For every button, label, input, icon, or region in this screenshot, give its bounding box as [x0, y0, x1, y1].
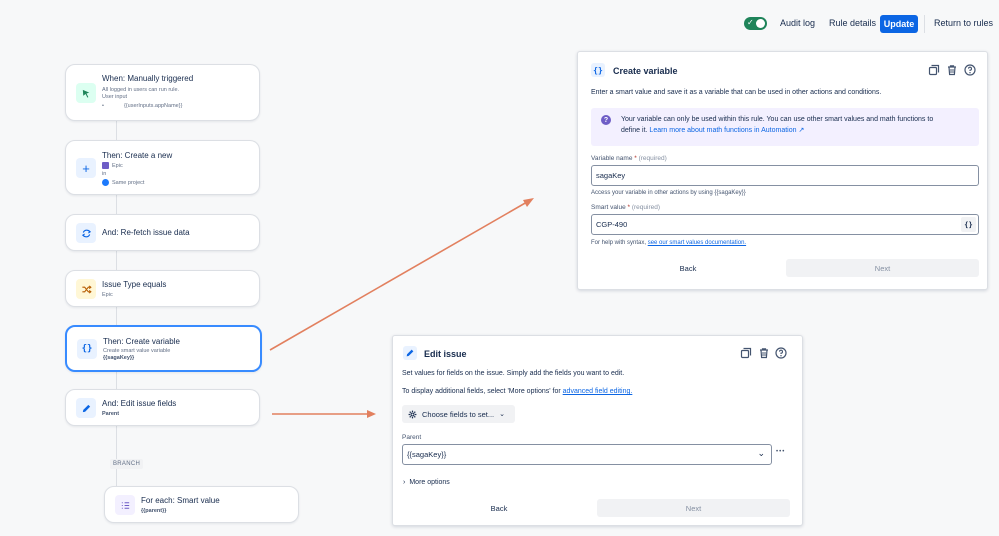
math-functions-link[interactable]: Learn more about math functions in Autom… [649, 127, 804, 134]
parent-value: {{sagaKey}} [407, 450, 447, 459]
info-line2: define it. [621, 127, 648, 134]
smart-value-label: Smart value * (required) [591, 204, 661, 211]
edit-issue-panel: Edit issue Set values for fields on the … [392, 335, 803, 526]
more-options-row[interactable]: › More options [403, 479, 450, 486]
question-icon: ? [601, 115, 611, 125]
pencil-icon [403, 346, 417, 360]
next-button[interactable]: Next [597, 499, 790, 517]
create-variable-panel: {} Create variable Enter a smart value a… [577, 51, 988, 290]
panel-description: Enter a smart value and save it as a var… [591, 89, 882, 96]
more-actions-button[interactable]: ••• [776, 449, 785, 455]
help-icon[interactable] [775, 347, 787, 359]
parent-select[interactable]: {{sagaKey}} ⌄ [402, 444, 772, 465]
help-icon[interactable] [964, 64, 976, 76]
variable-name-label: Variable name * (required) [591, 155, 667, 162]
gear-icon [408, 410, 417, 418]
parent-label: Parent [402, 434, 422, 441]
trash-icon[interactable] [946, 64, 958, 76]
chevron-down-icon: ⌄ [499, 411, 505, 418]
chevron-right-icon: › [403, 479, 406, 486]
next-button[interactable]: Next [786, 259, 979, 277]
braces-icon: {} [591, 63, 605, 77]
smart-value-input[interactable]: CGP-490 [591, 214, 979, 235]
variable-hint: Access your variable in other actions by… [591, 190, 746, 196]
back-button[interactable]: Back [479, 504, 519, 513]
smart-value-text: CGP-490 [596, 220, 628, 229]
panel-title: Edit issue [424, 349, 467, 359]
panel-title: Create variable [613, 66, 678, 76]
advanced-field-editing-link[interactable]: advanced field editing. [563, 388, 633, 395]
info-line1: Your variable can only be used within th… [621, 116, 934, 123]
duplicate-icon[interactable] [740, 347, 752, 359]
info-box: ? Your variable can only be used within … [591, 108, 979, 146]
variable-name-input[interactable]: sagaKey [591, 165, 979, 186]
trash-icon[interactable] [758, 347, 770, 359]
edit-description2-row: To display additional fields, select 'Mo… [402, 388, 633, 395]
duplicate-icon[interactable] [928, 64, 940, 76]
more-options-label: More options [409, 479, 450, 486]
edit-description1: Set values for fields on the issue. Simp… [402, 370, 625, 377]
smart-value-picker-button[interactable]: {} [961, 217, 976, 232]
choose-fields-label: Choose fields to set... [422, 409, 495, 419]
smart-values-doc-link[interactable]: see our smart values documentation. [648, 240, 746, 246]
choose-fields-button[interactable]: Choose fields to set... ⌄ [402, 405, 515, 423]
chevron-down-icon: ⌄ [757, 448, 765, 458]
syntax-help: For help with syntax, see our smart valu… [591, 240, 747, 246]
back-button[interactable]: Back [668, 264, 708, 273]
